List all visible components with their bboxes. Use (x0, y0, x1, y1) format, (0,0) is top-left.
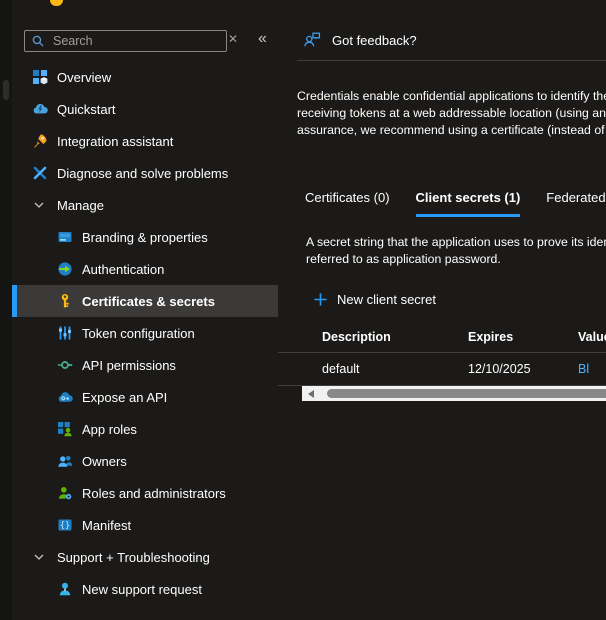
tab-client-secrets[interactable]: Client secrets (1) (416, 190, 521, 217)
sidebar-item-label: Certificates & secrets (82, 294, 215, 309)
sidebar-item-app-roles[interactable]: App roles (12, 413, 278, 445)
app-window: ✕ « Overview Quickstart Integratio (0, 0, 606, 620)
feedback-icon (303, 31, 321, 49)
sidebar-item-token-configuration[interactable]: Token configuration (12, 317, 278, 349)
sidebar: ✕ « Overview Quickstart Integratio (12, 0, 278, 620)
sidebar-item-quickstart[interactable]: Quickstart (12, 93, 278, 125)
manifest-icon: {} (57, 517, 73, 533)
secret-value-cell[interactable]: Bl (578, 362, 606, 376)
sidebar-item-label: Diagnose and solve problems (57, 166, 228, 181)
sidebar-item-manifest[interactable]: {} Manifest (12, 509, 278, 541)
got-feedback-label: Got feedback? (332, 33, 417, 48)
sidebar-item-label: Quickstart (57, 102, 116, 117)
column-header-description: Description (322, 330, 468, 344)
horizontal-scrollbar-thumb[interactable] (327, 389, 606, 398)
search-box[interactable] (24, 30, 227, 52)
scroll-left-arrow-icon[interactable] (308, 390, 314, 398)
sidebar-item-label: Branding & properties (82, 230, 208, 245)
tab-certificates[interactable]: Certificates (0) (305, 190, 390, 217)
roles-admins-icon (57, 485, 73, 501)
tab-federated-credentials[interactable]: Federated credentials (0) (546, 190, 606, 217)
search-icon (31, 34, 45, 48)
column-header-expires: Expires (468, 330, 578, 344)
clear-search-icon[interactable]: ✕ (228, 32, 238, 46)
secret-description-cell: default (322, 362, 468, 376)
got-feedback-button[interactable]: Got feedback? (303, 31, 417, 49)
secrets-table: Description Expires Value default 12/10/… (278, 322, 606, 386)
secret-expires-cell: 12/10/2025 (468, 362, 578, 376)
sidebar-group-label: Support + Troubleshooting (57, 550, 210, 565)
horizontal-scrollbar[interactable] (302, 386, 606, 401)
collapse-sidebar-icon[interactable]: « (258, 30, 267, 48)
new-client-secret-label: New client secret (337, 292, 436, 307)
new-client-secret-button[interactable]: New client secret (313, 292, 436, 307)
sidebar-item-label: API permissions (82, 358, 176, 373)
owners-icon (57, 453, 73, 469)
sidebar-item-api-permissions[interactable]: API permissions (12, 349, 278, 381)
sidebar-item-label: New support request (82, 582, 202, 597)
support-person-icon (57, 581, 73, 597)
chevron-down-icon (32, 199, 46, 211)
tools-icon (32, 165, 48, 181)
sidebar-item-label: Integration assistant (57, 134, 173, 149)
sidebar-item-label: Roles and administrators (82, 486, 226, 501)
overview-icon (32, 69, 48, 85)
sidebar-search-row: ✕ « (12, 30, 278, 52)
plus-icon (313, 292, 328, 307)
sidebar-item-roles-administrators[interactable]: Roles and administrators (12, 477, 278, 509)
key-icon (57, 293, 73, 309)
sidebar-nav: Overview Quickstart Integration assistan… (12, 61, 278, 605)
cloud-api-icon (57, 389, 73, 405)
rocket-icon (32, 133, 48, 149)
sidebar-item-label: Manifest (82, 518, 131, 533)
quickstart-icon (32, 101, 48, 117)
search-input[interactable] (51, 33, 220, 49)
sidebar-item-expose-api[interactable]: Expose an API (12, 381, 278, 413)
sidebar-item-overview[interactable]: Overview (12, 61, 278, 93)
table-row[interactable]: default 12/10/2025 Bl (278, 353, 606, 386)
column-header-value: Value (578, 330, 606, 344)
tab-bar: Certificates (0) Client secrets (1) Fede… (305, 190, 606, 217)
sidebar-item-authentication[interactable]: Authentication (12, 253, 278, 285)
client-secret-description: A secret string that the application use… (306, 234, 606, 268)
sidebar-group-manage[interactable]: Manage (12, 189, 278, 221)
vertical-scrollbar-thumb[interactable] (3, 80, 9, 100)
sidebar-item-diagnose[interactable]: Diagnose and solve problems (12, 157, 278, 189)
outer-panel-edge (0, 0, 12, 620)
sidebar-item-integration-assistant[interactable]: Integration assistant (12, 125, 278, 157)
sidebar-item-certificates-secrets[interactable]: Certificates & secrets (12, 285, 278, 317)
sidebar-item-label: App roles (82, 422, 137, 437)
sidebar-group-support-troubleshooting[interactable]: Support + Troubleshooting (12, 541, 278, 573)
sidebar-item-branding[interactable]: Branding & properties (12, 221, 278, 253)
table-header-row: Description Expires Value (278, 322, 606, 353)
authentication-icon (57, 261, 73, 277)
sidebar-item-label: Owners (82, 454, 127, 469)
sidebar-item-new-support-request[interactable]: New support request (12, 573, 278, 605)
sidebar-item-owners[interactable]: Owners (12, 445, 278, 477)
sliders-icon (57, 325, 73, 341)
sidebar-item-label: Expose an API (82, 390, 167, 405)
sidebar-item-label: Token configuration (82, 326, 195, 341)
credentials-intro-text: Credentials enable confidential applicat… (297, 88, 606, 139)
api-permissions-icon (57, 357, 73, 373)
header-divider (297, 60, 606, 61)
branding-icon (57, 229, 73, 245)
app-roles-icon (57, 421, 73, 437)
chevron-down-icon (32, 551, 46, 563)
sidebar-group-label: Manage (57, 198, 104, 213)
main-content: Got feedback? Credentials enable confide… (278, 0, 606, 620)
key-icon-partial (50, 0, 63, 6)
svg-text:{}: {} (60, 521, 70, 531)
sidebar-item-label: Authentication (82, 262, 164, 277)
sidebar-item-label: Overview (57, 70, 111, 85)
